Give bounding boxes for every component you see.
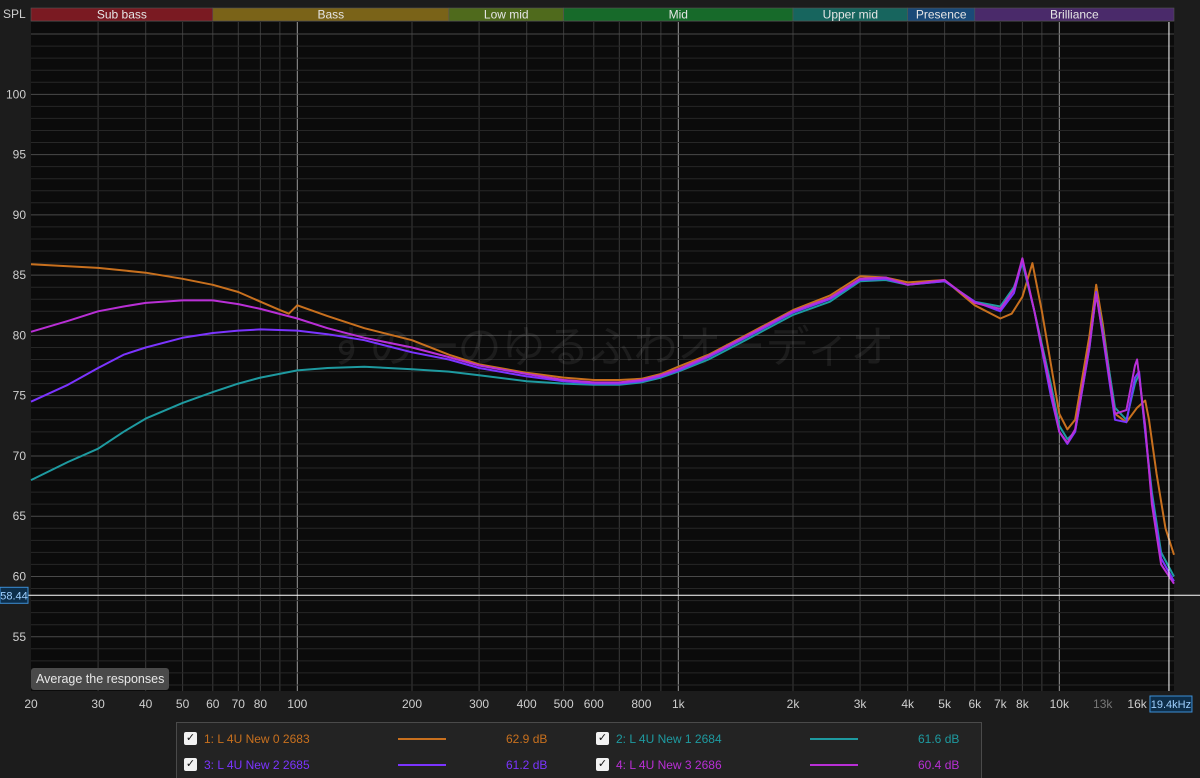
x-tick-label: 300: [469, 697, 489, 711]
y-tick-label: 95: [13, 148, 27, 162]
x-tick-label: 13k: [1093, 697, 1113, 711]
y-tick-label: 70: [13, 449, 27, 463]
legend-item-3[interactable]: ✓ 3: L 4U New 2 2685 61.2 dB: [184, 754, 574, 776]
legend-item-2[interactable]: ✓ 2: L 4U New 1 2684 61.6 dB: [596, 728, 976, 750]
x-tick-label: 70: [232, 697, 246, 711]
x-tick-label: 7k: [994, 697, 1008, 711]
band-label: Mid: [669, 8, 688, 22]
y-tick-label: 55: [13, 630, 27, 644]
x-tick-label: 100: [287, 697, 307, 711]
legend-series-level: 62.9 dB: [506, 732, 548, 746]
band-label: Bass: [318, 8, 345, 22]
legend-item-1[interactable]: ✓ 1: L 4U New 0 2683 62.9 dB: [184, 728, 574, 750]
x-tick-label: 5k: [938, 697, 952, 711]
y-tick-label: 60: [13, 569, 27, 583]
y-tick-label: 65: [13, 509, 27, 523]
x-tick-label: 16k: [1127, 697, 1147, 711]
x-tick-label: 80: [254, 697, 268, 711]
legend-series-name: 1: L 4U New 0 2683: [204, 732, 310, 746]
average-responses-button[interactable]: Average the responses: [31, 668, 170, 690]
x-tick-label: 400: [517, 697, 537, 711]
legend-series-level: 61.6 dB: [918, 732, 960, 746]
x-tick-label: 2k: [787, 697, 801, 711]
x-tick-label: 40: [139, 697, 153, 711]
legend-series-level: 61.2 dB: [506, 758, 548, 772]
legend-series-name: 3: L 4U New 2 2685: [204, 758, 310, 772]
y-tick-label: 100: [6, 87, 26, 101]
legend-swatch: [810, 738, 858, 740]
y-tick-label: 75: [13, 389, 27, 403]
legend-swatch: [398, 738, 446, 740]
frequency-response-chart[interactable]: Sub bass Bass Low mid Mid Upper mid Presence B…: [0, 0, 1200, 722]
y-axis-title: SPL: [3, 7, 26, 21]
y-tick-label: 90: [13, 208, 27, 222]
band-label: Upper mid: [823, 8, 878, 22]
checkbox-checked-icon[interactable]: ✓: [184, 758, 197, 771]
x-tick-label: 800: [631, 697, 651, 711]
y-tick-label: 80: [13, 328, 27, 342]
band-label: Brilliance: [1050, 8, 1099, 22]
x-tick-label: 200: [402, 697, 422, 711]
x-tick-label: 4k: [901, 697, 915, 711]
legend-item-4[interactable]: ✓ 4: L 4U New 3 2686 60.4 dB: [596, 754, 976, 776]
x-tick-label: 10k: [1050, 697, 1070, 711]
cursor-x-readout: 19.4kHz: [1151, 699, 1191, 711]
legend-series-name: 2: L 4U New 1 2684: [616, 732, 722, 746]
x-tick-label: 1k: [672, 697, 686, 711]
y-tick-label: 85: [13, 268, 27, 282]
cursor-y-readout: 58.44: [0, 590, 28, 602]
checkbox-checked-icon[interactable]: ✓: [596, 732, 609, 745]
x-tick-label: 600: [584, 697, 604, 711]
legend-series-level: 60.4 dB: [918, 758, 960, 772]
x-tick-label: 50: [176, 697, 190, 711]
x-tick-label: 3k: [854, 697, 868, 711]
x-tick-label: 500: [554, 697, 574, 711]
band-label: Presence: [916, 8, 967, 22]
x-tick-label: 8k: [1016, 697, 1030, 711]
x-tick-label: 60: [206, 697, 220, 711]
band-label: Low mid: [484, 8, 529, 22]
legend-swatch: [398, 764, 446, 766]
checkbox-checked-icon[interactable]: ✓: [184, 732, 197, 745]
checkbox-checked-icon[interactable]: ✓: [596, 758, 609, 771]
x-tick-label: 30: [91, 697, 105, 711]
x-tick-label: 20: [24, 697, 38, 711]
legend-swatch: [810, 764, 858, 766]
band-label: Sub bass: [97, 8, 147, 22]
x-tick-label: 6k: [968, 697, 982, 711]
legend-panel: ✓ 1: L 4U New 0 2683 62.9 dB ✓ 2: L 4U N…: [176, 722, 982, 778]
legend-series-name: 4: L 4U New 3 2686: [616, 758, 722, 772]
